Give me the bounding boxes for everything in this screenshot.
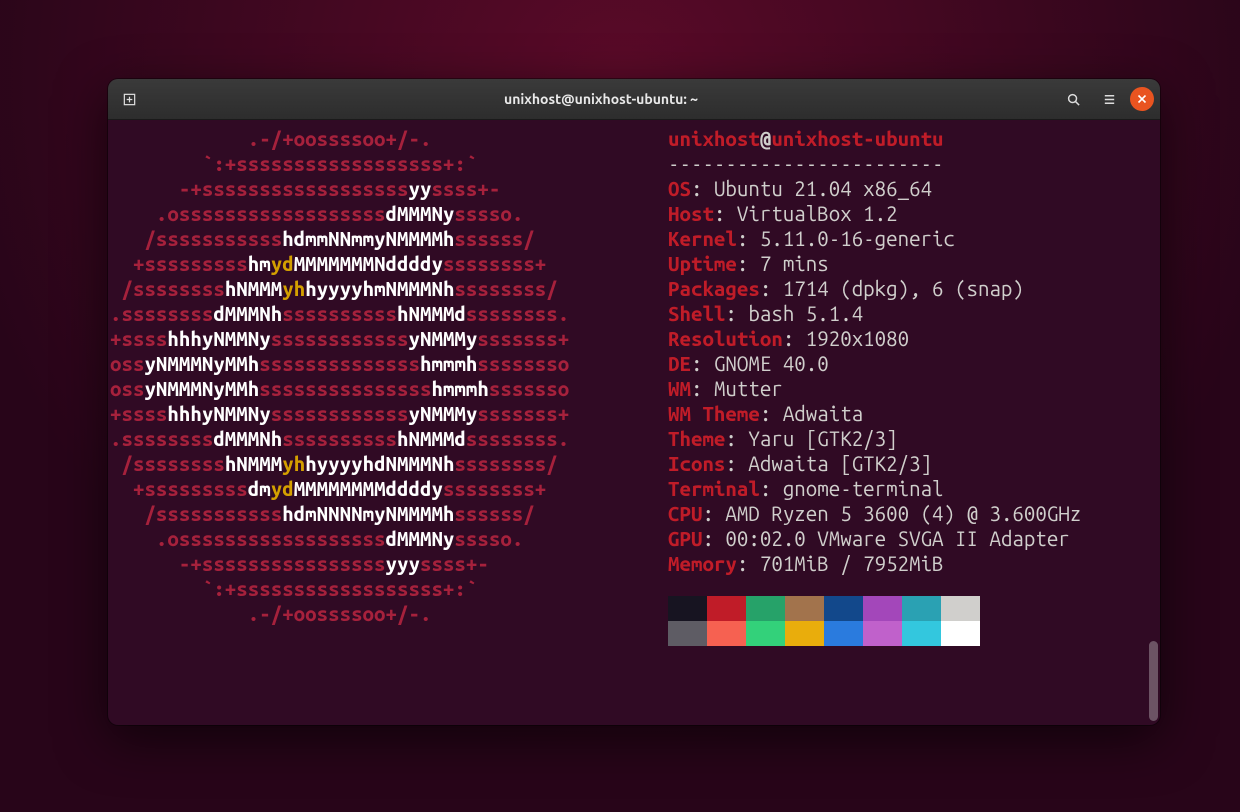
palette-swatch xyxy=(902,621,941,646)
close-button[interactable] xyxy=(1130,87,1154,111)
info-value: Ubuntu 21.04 x86_64 xyxy=(714,177,932,200)
menu-button[interactable] xyxy=(1094,84,1124,114)
terminal-window: unixhost@unixhost-ubuntu: ~ xyxy=(108,79,1160,725)
info-key: Kernel xyxy=(668,227,737,250)
palette-swatch xyxy=(785,596,824,621)
info-key: Icons xyxy=(668,452,725,475)
new-tab-icon xyxy=(122,92,137,107)
info-value: Mutter xyxy=(714,377,783,400)
info-user: unixhost xyxy=(668,127,760,150)
palette-swatch xyxy=(863,596,902,621)
palette-swatch xyxy=(668,596,707,621)
info-key: Resolution xyxy=(668,327,783,350)
info-value: Adwaita xyxy=(783,402,863,425)
palette-swatch xyxy=(668,621,707,646)
info-key: Terminal xyxy=(668,477,760,500)
terminal-body[interactable]: .-/+oossssoo+/-. `:+ssssssssssssssssss+:… xyxy=(108,120,1160,725)
info-key: Host xyxy=(668,202,714,225)
palette-row-dark xyxy=(668,596,980,621)
palette-swatch xyxy=(707,596,746,621)
desktop-background: unixhost@unixhost-ubuntu: ~ xyxy=(0,0,1240,812)
palette-swatch xyxy=(824,596,863,621)
info-key: Theme xyxy=(668,427,725,450)
info-value: 00:02.0 VMware SVGA II Adapter xyxy=(725,527,1069,550)
info-value: 1920x1080 xyxy=(806,327,909,350)
palette-row-bright xyxy=(668,621,980,646)
neofetch-ascii-logo: .-/+oossssoo+/-. `:+ssssssssssssssssss+:… xyxy=(110,126,604,719)
palette-swatch xyxy=(707,621,746,646)
palette-swatch xyxy=(941,621,980,646)
info-key: GPU xyxy=(668,527,702,550)
info-value: VirtualBox 1.2 xyxy=(737,202,898,225)
info-key: DE xyxy=(668,352,691,375)
info-host: unixhost-ubuntu xyxy=(771,127,943,150)
palette-swatch xyxy=(863,621,902,646)
info-value: 5.11.0-16-generic xyxy=(760,227,955,250)
info-key: CPU xyxy=(668,502,702,525)
palette-swatch xyxy=(824,621,863,646)
info-value: AMD Ryzen 5 3600 (4) @ 3.600GHz xyxy=(725,502,1081,525)
info-key: Memory xyxy=(668,552,737,575)
palette-swatch xyxy=(785,621,824,646)
shell-prompt[interactable]: unixhost@unixhost-ubuntu:~$ xyxy=(110,700,523,725)
window-title: unixhost@unixhost-ubuntu: ~ xyxy=(150,91,1052,107)
info-at: @ xyxy=(760,127,771,150)
new-tab-button[interactable] xyxy=(114,84,144,114)
info-value: gnome-terminal xyxy=(783,477,944,500)
palette-swatch xyxy=(746,596,785,621)
search-button[interactable] xyxy=(1058,84,1088,114)
info-value: GNOME 40.0 xyxy=(714,352,829,375)
search-icon xyxy=(1066,92,1081,107)
info-value: bash 5.1.4 xyxy=(748,302,863,325)
info-key: WM Theme xyxy=(668,402,760,425)
terminal-scrollbar-thumb[interactable] xyxy=(1149,641,1158,721)
window-titlebar: unixhost@unixhost-ubuntu: ~ xyxy=(108,79,1160,120)
info-divider: ------------------------ xyxy=(668,152,944,175)
info-key: Uptime xyxy=(668,252,737,275)
info-key: Packages xyxy=(668,277,760,300)
info-value: 1714 (dpkg), 6 (snap) xyxy=(783,277,1024,300)
palette-swatch xyxy=(902,596,941,621)
info-key: OS xyxy=(668,177,691,200)
info-value: Adwaita [GTK2/3] xyxy=(748,452,932,475)
info-value: 7 mins xyxy=(760,252,829,275)
palette-swatch xyxy=(746,621,785,646)
neofetch-info: unixhost@unixhost-ubuntu ---------------… xyxy=(668,126,1081,576)
info-value: 701MiB / 7952MiB xyxy=(760,552,944,575)
info-key: Shell xyxy=(668,302,725,325)
palette-swatch xyxy=(941,596,980,621)
color-palette xyxy=(668,596,980,646)
info-value: Yaru [GTK2/3] xyxy=(748,427,897,450)
hamburger-icon xyxy=(1102,92,1117,107)
close-icon xyxy=(1136,93,1148,105)
info-key: WM xyxy=(668,377,691,400)
